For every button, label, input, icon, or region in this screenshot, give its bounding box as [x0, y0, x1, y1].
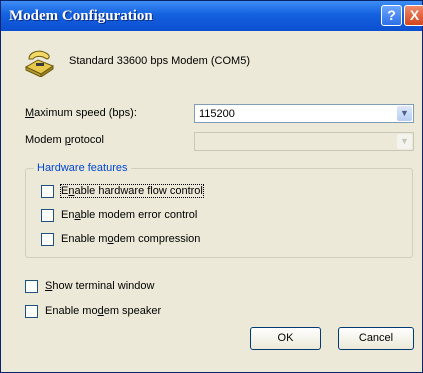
enable-modem-speaker-label: Enable modem speaker — [45, 305, 162, 317]
close-icon: X — [409, 7, 420, 23]
checkbox-box[interactable] — [41, 209, 54, 222]
title-bar[interactable]: Modem Configuration ? X — [1, 1, 423, 31]
max-speed-value: 115200 — [199, 108, 235, 120]
checkbox-box[interactable] — [41, 233, 54, 246]
show-terminal-window-label: Show terminal window — [45, 280, 155, 292]
checkbox-box[interactable] — [41, 185, 54, 198]
ok-button[interactable]: OK — [250, 327, 321, 350]
modem-name: Standard 33600 bps Modem (COM5) — [69, 55, 250, 67]
modem-configuration-dialog: Modem Configuration ? X Standard 33600 b… — [0, 0, 423, 373]
checkbox-box[interactable] — [25, 305, 38, 318]
modem-protocol-select[interactable]: ▼ — [194, 132, 414, 151]
modem-error-control-label: Enable modem error control — [61, 209, 198, 221]
hardware-features-title: Hardware features — [34, 162, 131, 174]
hardware-flow-control-label: Enable hardware flow control — [60, 184, 204, 198]
chevron-down-icon[interactable]: ▼ — [397, 134, 412, 149]
checkbox-box[interactable] — [25, 280, 38, 293]
cancel-button[interactable]: Cancel — [338, 327, 414, 350]
max-speed-select[interactable]: 115200 ▼ — [194, 104, 414, 123]
modem-icon — [24, 50, 55, 77]
close-button[interactable]: X — [404, 5, 423, 26]
chevron-down-icon[interactable]: ▼ — [397, 106, 412, 121]
max-speed-label: Maximum speed (bps): — [25, 107, 137, 119]
help-button[interactable]: ? — [381, 5, 402, 26]
help-icon: ? — [387, 7, 396, 23]
modem-protocol-label: Modem protocol — [25, 134, 104, 146]
modem-compression-label: Enable modem compression — [61, 233, 201, 245]
window-title: Modem Configuration — [9, 8, 153, 24]
